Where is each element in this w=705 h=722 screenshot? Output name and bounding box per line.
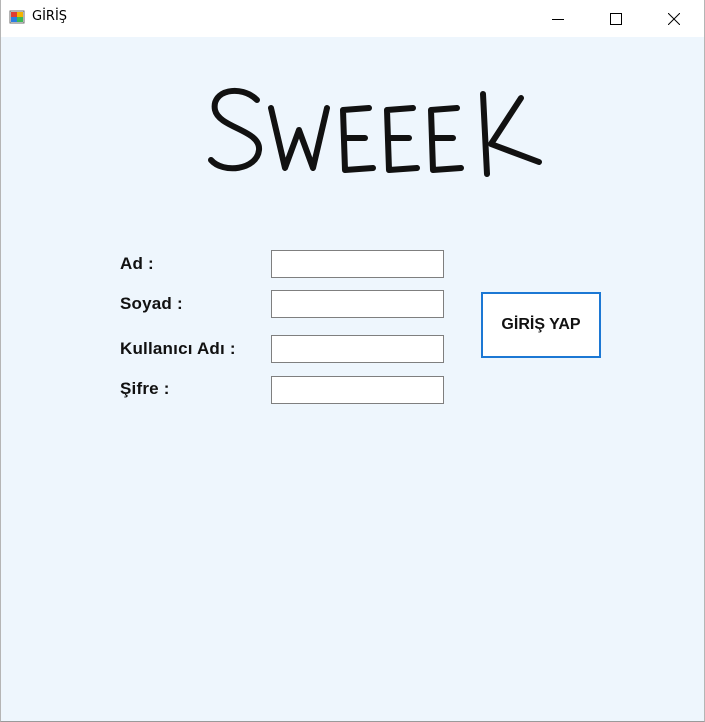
login-button[interactable]: GİRİŞ YAP: [481, 292, 601, 358]
close-icon: [668, 12, 680, 25]
title-bar[interactable]: GİRİŞ: [1, 0, 704, 37]
sifre-input[interactable]: [271, 376, 444, 404]
minimize-button[interactable]: [529, 0, 587, 37]
soyad-label: Soyad :: [120, 294, 183, 313]
kullanici-adi-input[interactable]: [271, 335, 444, 363]
minimize-icon: [552, 18, 564, 20]
ad-label: Ad :: [120, 254, 154, 273]
window-title: GİRİŞ: [32, 9, 68, 24]
sweek-logo: [208, 88, 542, 177]
login-window: GİRİŞ Ad: Soyad: Kullanıcı Adı: Şifre…: [0, 0, 705, 722]
app-icon: [9, 10, 25, 24]
maximize-button[interactable]: [587, 0, 645, 37]
soyad-input[interactable]: [271, 290, 444, 318]
sifre-label: Şifre :: [120, 379, 170, 398]
kullanici-adi-label: Kullanıcı Adı :: [120, 339, 236, 358]
ad-input[interactable]: [271, 250, 444, 278]
maximize-icon: [610, 12, 622, 25]
close-button[interactable]: [645, 0, 703, 37]
